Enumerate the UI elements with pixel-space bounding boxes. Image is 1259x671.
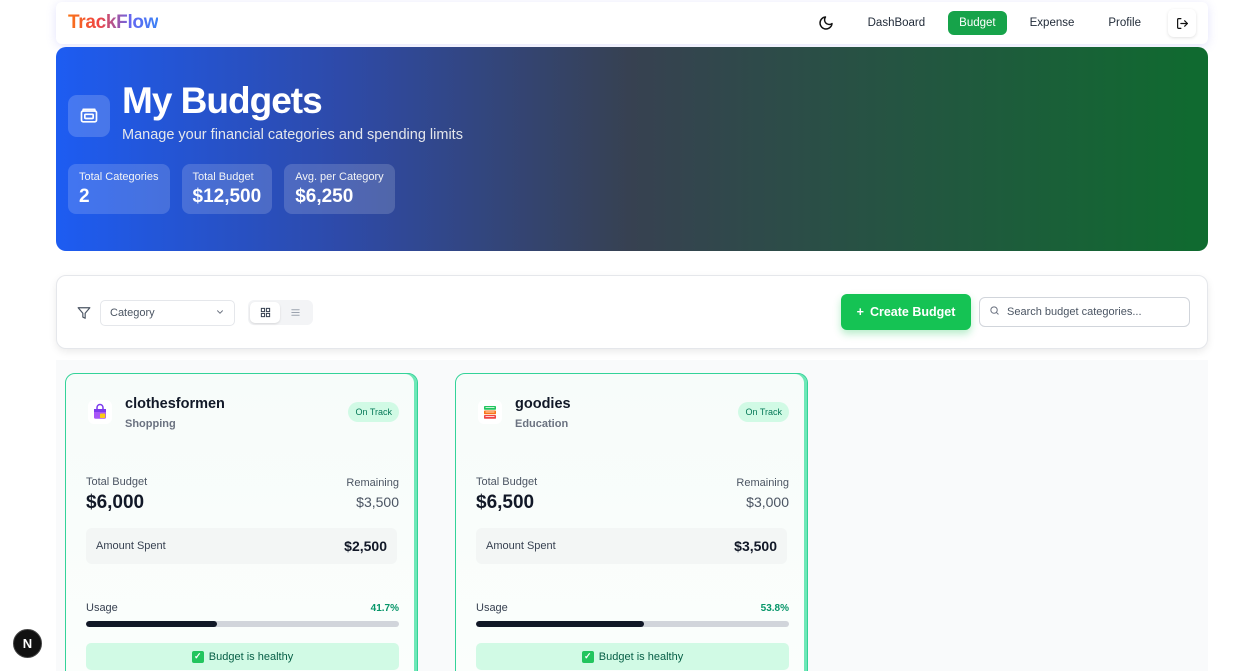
- page-title: My Budgets: [122, 80, 323, 121]
- health-text: Budget is healthy: [208, 650, 294, 663]
- stat-value: $12,500: [192, 186, 262, 207]
- budget-name: clothesformen: [125, 396, 225, 412]
- health-status: ✓ Budget is healthy: [86, 643, 399, 670]
- budget-toolbar: Category + Create Budget: [56, 275, 1208, 349]
- stat-value: 2: [79, 186, 90, 207]
- plus-icon: +: [856, 305, 864, 319]
- status-badge: On Track: [738, 402, 789, 422]
- amount-spent-box: Amount Spent $3,500: [476, 528, 787, 564]
- next-dev-indicator-icon[interactable]: N: [13, 629, 42, 658]
- wallet-icon: [68, 95, 110, 137]
- remaining-value: $3,000: [746, 494, 789, 510]
- nav-link-expense[interactable]: Expense: [1019, 11, 1086, 35]
- usage-percent: 53.8%: [760, 603, 789, 614]
- search-box: [979, 297, 1190, 327]
- nav-link-dashboard[interactable]: DashBoard: [857, 11, 937, 35]
- total-budget-label: Total Budget: [86, 476, 148, 488]
- usage-label: Usage: [476, 602, 508, 614]
- health-text: Budget is healthy: [598, 650, 684, 663]
- nav-link-budget[interactable]: Budget: [948, 11, 1007, 35]
- total-budget-label: Total Budget: [476, 476, 538, 488]
- total-budget-value: $6,500: [476, 492, 535, 513]
- nav-link-profile[interactable]: Profile: [1097, 11, 1152, 35]
- shopping-bag-icon: [88, 400, 112, 424]
- check-icon: ✓: [581, 650, 594, 663]
- status-badge: On Track: [348, 402, 399, 422]
- grid-view-icon[interactable]: [250, 302, 280, 323]
- budgets-hero-banner: My Budgets Manage your financial categor…: [56, 47, 1208, 251]
- amount-spent-label: Amount Spent: [486, 540, 556, 552]
- budget-category: Shopping: [125, 418, 176, 430]
- category-select[interactable]: Category: [100, 300, 235, 326]
- amount-spent-value: $2,500: [344, 538, 387, 554]
- amount-spent-value: $3,500: [734, 538, 777, 554]
- list-view-icon[interactable]: [280, 302, 310, 323]
- logout-icon[interactable]: [1168, 9, 1196, 37]
- stat-value: $6,250: [295, 186, 354, 207]
- create-budget-button[interactable]: + Create Budget: [841, 294, 971, 330]
- search-icon: [989, 303, 1000, 321]
- amount-spent-label: Amount Spent: [96, 540, 166, 552]
- brand-logo[interactable]: TrackFlow: [68, 12, 159, 34]
- create-budget-label: Create Budget: [869, 305, 956, 319]
- health-status: ✓ Budget is healthy: [476, 643, 789, 670]
- budget-card[interactable]: goodies Education On Track Total Budget …: [455, 373, 808, 671]
- stat-label: Total Categories: [79, 171, 159, 183]
- usage-percent: 41.7%: [370, 603, 399, 614]
- chevron-down-icon: [215, 307, 225, 320]
- hero-stats: Total Categories 2 Total Budget $12,500 …: [68, 164, 395, 214]
- usage-progress-bar: [86, 621, 399, 627]
- usage-progress-fill: [86, 621, 217, 627]
- remaining-value: $3,500: [356, 494, 399, 510]
- usage-label: Usage: [86, 602, 118, 614]
- remaining-label: Remaining: [346, 477, 399, 489]
- nav-right: DashBoard Budget Expense Profile: [815, 9, 1196, 37]
- check-icon: ✓: [191, 650, 204, 663]
- stat-label: Avg. per Category: [295, 171, 384, 183]
- amount-spent-box: Amount Spent $2,500: [86, 528, 397, 564]
- top-navbar: TrackFlow DashBoard Budget Expense Profi…: [56, 2, 1208, 44]
- category-select-value: Category: [110, 307, 155, 319]
- page-subtitle: Manage your financial categories and spe…: [122, 127, 463, 143]
- remaining-label: Remaining: [736, 477, 789, 489]
- total-budget-value: $6,000: [86, 492, 145, 513]
- search-input[interactable]: [1007, 306, 1177, 318]
- view-toggle: [248, 300, 313, 325]
- usage-progress-fill: [476, 621, 645, 627]
- stat-avg-per-category: Avg. per Category $6,250: [284, 164, 395, 214]
- stat-total-budget: Total Budget $12,500: [181, 164, 273, 214]
- theme-toggle-moon-icon[interactable]: [815, 12, 837, 34]
- usage-progress-bar: [476, 621, 789, 627]
- budget-name: goodies: [515, 396, 571, 412]
- stat-total-categories: Total Categories 2: [68, 164, 170, 214]
- stat-label: Total Budget: [192, 171, 254, 183]
- budget-category: Education: [515, 418, 569, 430]
- filter-icon: [77, 306, 91, 320]
- books-icon: [478, 400, 502, 424]
- budget-card[interactable]: clothesformen Shopping On Track Total Bu…: [65, 373, 418, 671]
